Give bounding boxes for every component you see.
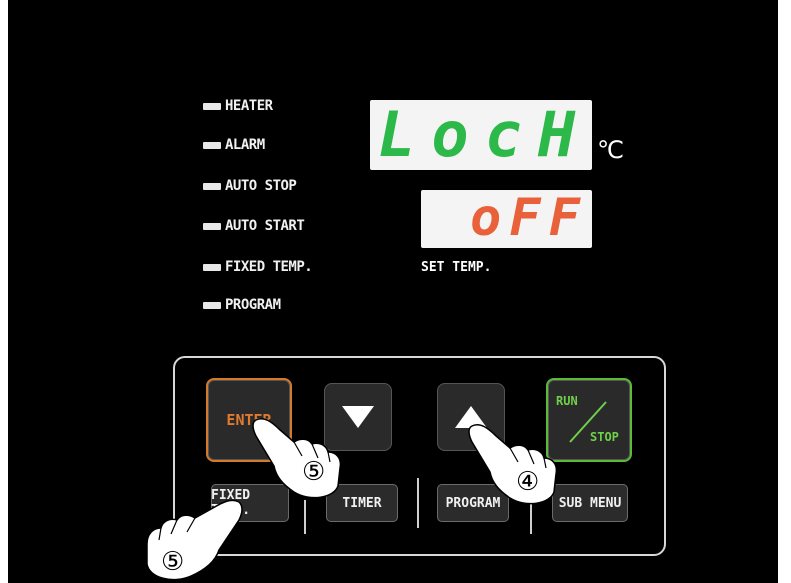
pointing-hand-icon: ④: [468, 424, 558, 505]
step-number: ⑤: [161, 547, 184, 577]
indicator-label: AUTO START: [225, 218, 305, 234]
indicator-fixed-temp: FIXED TEMP.: [203, 259, 313, 275]
indicator-label: HEATER: [225, 98, 273, 114]
indicator-label: AUTO STOP: [225, 178, 297, 194]
set-temp-label: SET TEMP.: [421, 260, 492, 275]
indicator-label: FIXED TEMP.: [225, 259, 313, 275]
fixed-temp-led-icon: [203, 263, 221, 271]
pointing-hand-icon: ⑤: [146, 499, 243, 581]
auto-stop-led-icon: [203, 182, 221, 190]
celsius-unit: ℃: [597, 136, 624, 164]
indicator-program: PROGRAM: [203, 297, 281, 313]
alarm-led-icon: [203, 141, 221, 149]
indicator-label: PROGRAM: [225, 297, 281, 313]
step-number: ④: [516, 467, 539, 497]
run-label: RUN: [556, 394, 578, 408]
pointing-hand-icon: ⑤: [252, 418, 342, 499]
main-display-text: LocH: [378, 98, 592, 171]
stop-label: STOP: [590, 430, 619, 444]
indicator-heater: HEATER: [203, 98, 273, 114]
set-display-text: oFF: [470, 188, 588, 248]
indicator-auto-start: AUTO START: [203, 218, 305, 234]
step-number: ⑤: [302, 457, 325, 487]
indicator-auto-stop: AUTO STOP: [203, 178, 297, 194]
separator: [304, 500, 306, 534]
separator: [417, 478, 419, 528]
indicator-label: ALARM: [225, 137, 265, 153]
indicator-alarm: ALARM: [203, 137, 265, 153]
program-led-icon: [203, 301, 221, 309]
auto-start-led-icon: [203, 222, 221, 230]
heater-led-icon: [203, 102, 221, 110]
